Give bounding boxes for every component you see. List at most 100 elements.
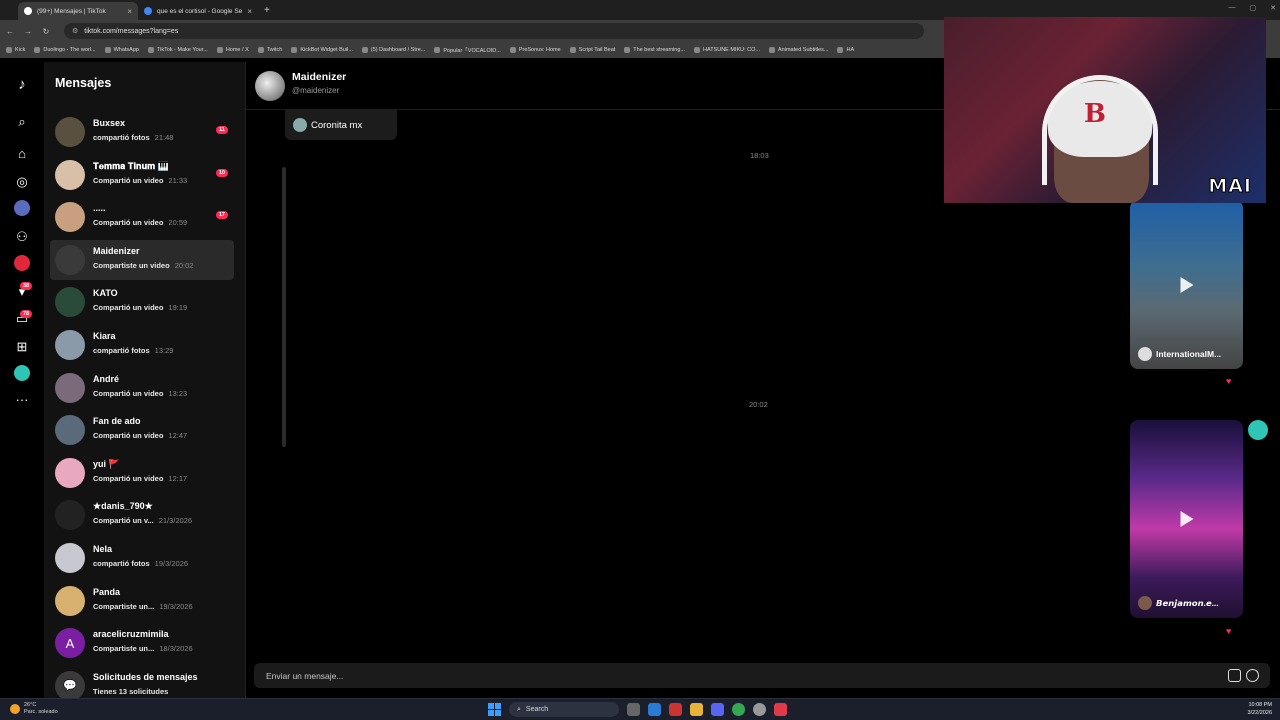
unread-badge: 17 xyxy=(215,211,228,220)
conversation-time: 18/3/2026 xyxy=(159,644,193,654)
url-field[interactable]: ⚙ tiktok.com/messages?lang=es xyxy=(64,23,924,39)
emoji-icon[interactable] xyxy=(1246,669,1259,682)
live-avatar-icon[interactable] xyxy=(14,200,30,216)
conversation-item[interactable]: Fan de ado Compartió un video 12:47 xyxy=(50,410,234,450)
upload-icon[interactable]: ⊞ xyxy=(13,338,31,356)
settings-icon[interactable] xyxy=(753,703,766,716)
left-nav-rail: ♪ ⌕ ⌂ ◎ ⚇ ▾ 38 ▭ 78 ⊞ ··· xyxy=(0,62,44,698)
author-avatar xyxy=(1138,347,1152,361)
conversation-item[interactable]: yui 🚩 Compartió un video 12:17 xyxy=(50,453,234,493)
bookmark-item[interactable]: Duolingo - The worl... xyxy=(34,47,96,53)
avatar: A xyxy=(55,628,85,659)
forward-icon[interactable]: → xyxy=(24,27,32,36)
windows-start-icon[interactable] xyxy=(488,703,501,716)
conversation-item[interactable]: KATO Compartió un video 19:19 xyxy=(50,282,234,322)
conversation-preview: compartió fotos xyxy=(93,346,150,355)
more-icon[interactable]: ··· xyxy=(13,391,31,409)
conversation-item[interactable]: Nela compartió fotos 19/3/2026 xyxy=(50,538,234,578)
search-icon[interactable]: ⌕ xyxy=(13,113,31,131)
conversation-time: 13:23 xyxy=(168,388,188,398)
site-info-icon[interactable]: ⚙ xyxy=(72,27,78,35)
bookmark-item[interactable]: Animated Subtitles... xyxy=(769,47,828,53)
conversation-preview-row: Compartiste un video 20:02 xyxy=(93,261,193,270)
author-avatar xyxy=(293,118,307,132)
bookmark-favicon-icon xyxy=(837,47,844,53)
bookmark-item[interactable]: HA xyxy=(837,47,854,53)
conversation-item[interactable]: ★danis_790★ Compartió un v... 21/3/2026 xyxy=(50,495,234,535)
conversation-preview-row: Tienes 13 solicitudes xyxy=(93,687,168,696)
file-explorer-icon[interactable] xyxy=(690,703,703,716)
bookmark-label: The best streaming... xyxy=(633,47,685,53)
shared-video-card[interactable]: 𝘽𝙚𝙣𝙟𝙖𝙢𝙤𝙣.𝙚... xyxy=(1130,420,1243,618)
bookmark-item[interactable]: WhatsApp xyxy=(104,47,139,53)
home-icon[interactable]: ⌂ xyxy=(13,145,31,163)
bookmark-item[interactable]: KickBot Widget Buil... xyxy=(291,47,353,53)
taskbar-clock[interactable]: 10:08 PM 3/22/2026 xyxy=(1248,702,1272,717)
maximize-icon[interactable]: ▢ xyxy=(1250,4,1257,12)
bookmark-item[interactable]: The best streaming... xyxy=(624,47,685,53)
conversation-item[interactable]: Kiara compartió fotos 13:29 xyxy=(50,325,234,365)
bookmark-favicon-icon xyxy=(434,47,441,53)
chat-contact-name[interactable]: Maidenizer xyxy=(292,71,346,83)
avatar xyxy=(55,330,85,360)
conversation-item[interactable]: 𝐓𝐞𝐦𝐦𝐚 𝐓𝐢𝐧𝐮𝐦 🎹 Compartió un video 21:33 10 xyxy=(50,155,234,195)
conversation-item[interactable]: Buxsex compartió fotos 21:48 11 xyxy=(50,112,234,152)
close-tab-icon[interactable]: × xyxy=(247,7,252,16)
chat-avatar[interactable] xyxy=(255,71,285,101)
tiktok-logo-icon[interactable]: ♪ xyxy=(13,76,31,94)
app-icon[interactable] xyxy=(669,703,682,716)
conversation-item[interactable]: Maidenizer Compartiste un video 20:02 xyxy=(50,239,234,280)
bookmark-item[interactable]: Script Tail Beat xyxy=(569,47,615,53)
profile-avatar-icon[interactable] xyxy=(14,365,30,381)
close-window-icon[interactable]: ✕ xyxy=(1270,4,1276,12)
conversation-preview-row: Compartió un video 20:59 xyxy=(93,218,187,227)
task-view-icon[interactable] xyxy=(627,703,640,716)
mail-icon[interactable] xyxy=(648,703,661,716)
conversation-item[interactable]: André Compartió un video 13:23 xyxy=(50,368,234,408)
bookmark-item[interactable]: HATSUNE MIKU: CO... xyxy=(693,47,760,53)
conversation-scrollbar[interactable] xyxy=(282,167,286,447)
friends-icon[interactable]: ⚇ xyxy=(13,228,31,246)
headset xyxy=(1042,75,1158,185)
bookmark-label: WhatsApp xyxy=(113,47,139,53)
shared-video-card[interactable]: Coronita mx xyxy=(285,110,397,140)
shared-video-card[interactable]: InternationalM... xyxy=(1130,200,1243,369)
conversation-time: 20:02 xyxy=(174,260,194,270)
minimize-icon[interactable]: — xyxy=(1229,4,1236,12)
bookmark-item[interactable]: (5) Dashboard / Stre... xyxy=(361,47,425,53)
discord-icon[interactable] xyxy=(711,703,724,716)
bookmark-item[interactable]: Twitch xyxy=(257,47,282,53)
sender-avatar[interactable] xyxy=(1248,420,1268,440)
bookmark-item[interactable]: Popular「VOCALOID... xyxy=(434,46,501,54)
conversation-preview-row: Compartiste un... 19/3/2026 xyxy=(93,602,193,611)
notifications-badge: 38 xyxy=(20,282,33,290)
bookmark-favicon-icon xyxy=(569,47,576,53)
bookmark-label: Kick xyxy=(15,47,26,53)
message-input[interactable] xyxy=(266,668,1166,683)
gif-icon[interactable] xyxy=(1228,669,1241,682)
heart-reaction-icon[interactable]: ♥ xyxy=(1226,626,1231,636)
conversation-preview-row: Compartió un video 12:47 xyxy=(93,431,187,440)
weather-widget[interactable]: 26°C Parc. soleado xyxy=(10,702,58,716)
tab-tiktok[interactable]: (99+) Mensajes | TikTok × xyxy=(18,2,138,20)
conversation-item[interactable]: Panda Compartiste un... 19/3/2026 xyxy=(50,581,234,621)
conversation-preview-row: Compartiste un... 18/3/2026 xyxy=(93,644,193,653)
bookmark-item[interactable]: PreSonus: Home xyxy=(509,47,561,53)
close-tab-icon[interactable]: × xyxy=(127,7,132,16)
bookmark-item[interactable]: Home / X xyxy=(216,47,249,53)
reload-icon[interactable]: ↻ xyxy=(42,27,50,36)
explore-icon[interactable]: ◎ xyxy=(13,173,31,191)
music-icon[interactable] xyxy=(774,703,787,716)
bookmark-item[interactable]: Kick xyxy=(6,47,25,53)
new-tab-icon[interactable]: + xyxy=(264,5,270,16)
conversation-item[interactable]: ..... Compartió un video 20:59 17 xyxy=(50,197,234,237)
tab-google[interactable]: que es el cortisol - Google Sear × xyxy=(138,2,258,20)
chrome-icon[interactable] xyxy=(732,703,745,716)
conversation-item[interactable]: Aaracelicruzmimila Compartiste un... 18/3/… xyxy=(50,623,234,663)
bookmark-item[interactable]: TikTok - Make Your... xyxy=(147,47,208,53)
taskbar-search[interactable]: ⌕ Search xyxy=(509,702,619,717)
back-icon[interactable]: ← xyxy=(6,27,14,36)
live-icon[interactable] xyxy=(14,255,30,271)
conversation-name: Kiara xyxy=(93,331,116,341)
heart-reaction-icon[interactable]: ♥ xyxy=(1226,376,1231,386)
